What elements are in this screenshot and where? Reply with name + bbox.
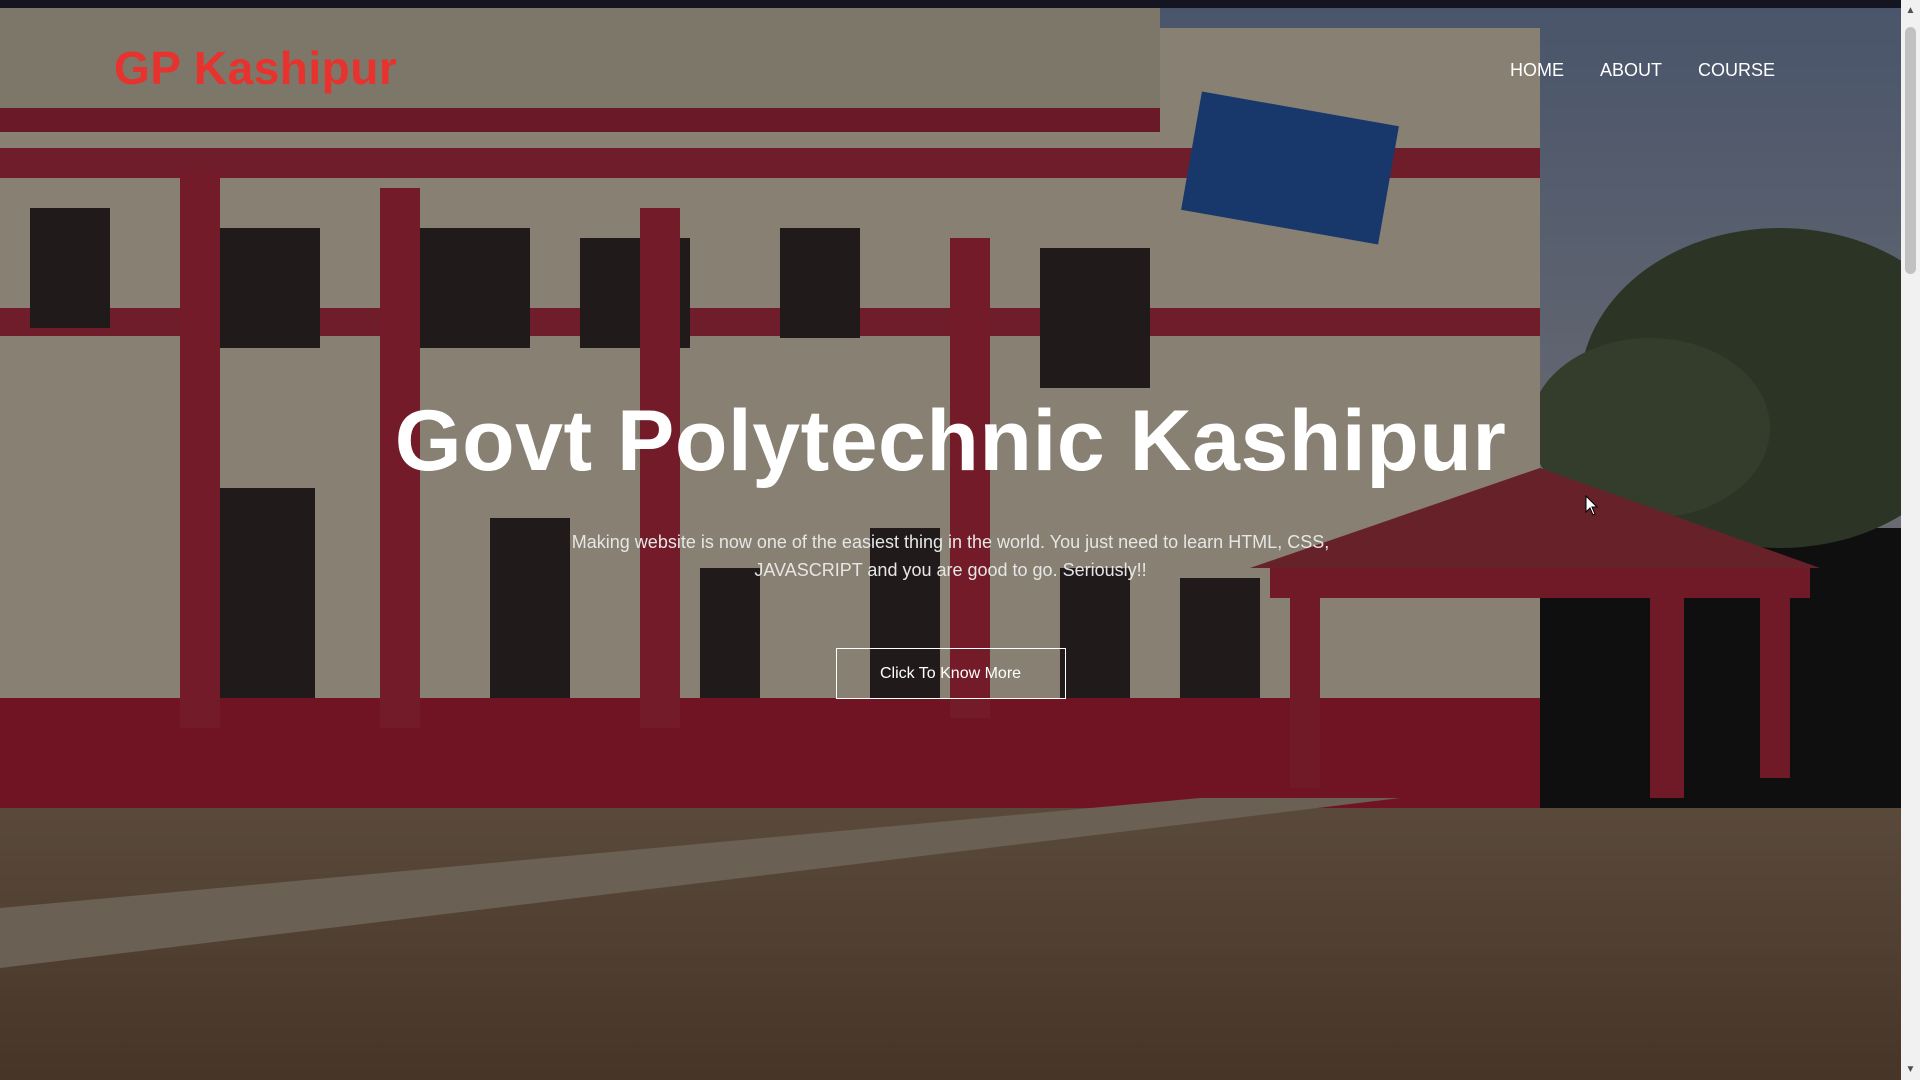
nav-link-course[interactable]: COURSE (1698, 60, 1775, 81)
mouse-pointer-icon (1585, 495, 1599, 516)
chevron-up-icon[interactable]: ▲ (1901, 2, 1920, 19)
know-more-button[interactable]: Click To Know More (835, 648, 1066, 699)
hero-section: Govt Polytechnic Kashipur Making website… (0, 398, 1901, 699)
hero-description: Making website is now one of the easiest… (571, 532, 1330, 580)
browser-top-bar (0, 0, 1920, 8)
nav-links: HOME ABOUT COURSE (1510, 60, 1775, 81)
navbar: GP Kashipur HOME ABOUT COURSE (0, 8, 1901, 118)
hero-title: Govt Polytechnic Kashipur (394, 393, 1507, 489)
scrollbar-thumb[interactable] (1905, 27, 1916, 274)
chevron-down-icon[interactable]: ▼ (1901, 1061, 1920, 1078)
site-logo[interactable]: GP Kashipur (114, 41, 397, 95)
nav-link-home[interactable]: HOME (1510, 60, 1564, 81)
nav-link-about[interactable]: ABOUT (1600, 60, 1662, 81)
page-viewport: GP Kashipur HOME ABOUT COURSE Govt Polyt… (0, 8, 1901, 1080)
vertical-scrollbar[interactable]: ▲ ▼ (1901, 0, 1920, 1080)
